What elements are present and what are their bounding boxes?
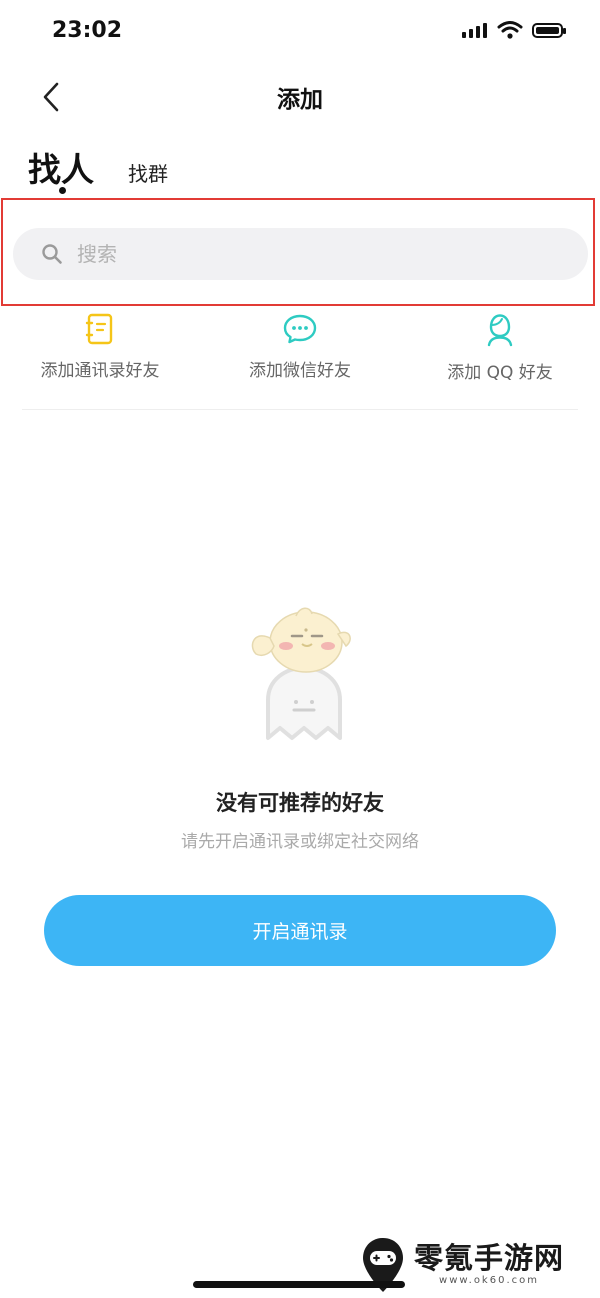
empty-state-subtitle: 请先开启通讯录或绑定社交网络 [181,832,419,852]
tab-find-group[interactable]: 找群 [128,158,168,187]
add-wechat-friends-button[interactable]: 添加微信好友 [200,312,400,381]
search-icon [42,244,62,264]
add-qq-friends-label: 添加 QQ 好友 [447,363,553,383]
add-contacts-friends-label: 添加通讯录好友 [40,361,160,381]
search-bar[interactable] [13,228,588,280]
search-input[interactable] [75,241,549,267]
add-wechat-friends-label: 添加微信好友 [249,361,351,381]
add-qq-friends-button[interactable]: 添加 QQ 好友 [400,312,600,383]
add-contacts-friends-button[interactable]: 添加通讯录好友 [0,312,200,381]
tab-active-indicator [59,187,66,194]
home-indicator[interactable] [193,1281,405,1288]
wechat-icon [283,314,317,344]
battery-icon [532,23,566,38]
page-title: 添加 [277,87,323,113]
cellular-signal-icon [462,23,487,38]
empty-state-mascot-icon [251,607,351,740]
enable-contacts-button[interactable]: 开启通讯录 [44,895,556,966]
watermark-name: 零氪手游网 [414,1241,565,1275]
wifi-icon [497,21,523,39]
status-time: 23:02 [52,18,123,43]
qq-user-icon [487,314,513,347]
section-divider [22,409,578,410]
empty-state-title: 没有可推荐的好友 [216,791,384,815]
watermark-url: www.ok60.com [439,1275,539,1286]
tab-find-people[interactable]: 找人 [28,143,94,191]
contacts-book-icon [85,313,113,345]
